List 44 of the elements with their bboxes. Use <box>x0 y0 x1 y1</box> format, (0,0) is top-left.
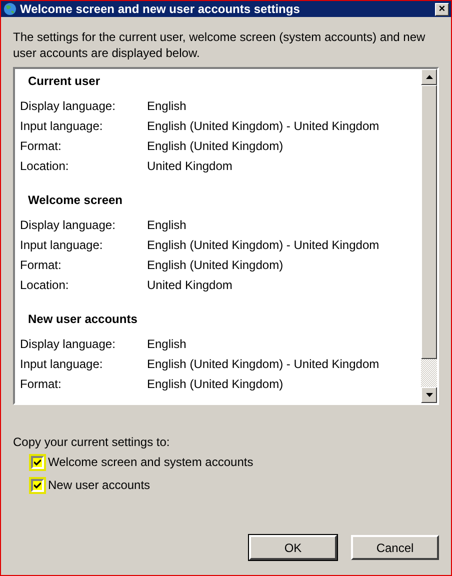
checkbox-label: New user accounts <box>48 477 150 494</box>
scrollbar[interactable] <box>421 69 437 403</box>
section-heading: New user accounts <box>27 311 138 328</box>
checkbox[interactable] <box>31 478 44 492</box>
check-icon <box>34 458 41 466</box>
checkbox[interactable] <box>31 456 44 468</box>
setting-value: English <box>147 336 186 353</box>
setting-value: United Kingdom <box>147 158 232 175</box>
setting-label: Location: <box>20 277 70 294</box>
setting-label: Format: <box>20 138 62 155</box>
scroll-thumb[interactable] <box>421 85 437 359</box>
close-button[interactable]: × <box>435 2 449 16</box>
setting-label: Input language: <box>20 118 104 135</box>
setting-value: United Kingdom <box>147 277 232 294</box>
setting-label: Input language: <box>20 237 104 254</box>
setting-value: English <box>147 217 186 234</box>
setting-value: English (United Kingdom) <box>147 257 284 274</box>
setting-label: Format: <box>20 376 62 393</box>
setting-value: English <box>147 98 186 115</box>
setting-label: Display language: <box>20 98 116 115</box>
window-title: Welcome screen and new user accounts settings <box>20 1 300 18</box>
setting-label: Location: <box>20 158 70 175</box>
description-text: The settings for the current user, welcome screen (system accounts) and new user accounts are displayed below. <box>13 29 426 61</box>
setting-label: Input language: <box>20 356 104 373</box>
setting-value: English (United Kingdom) <box>147 376 284 393</box>
setting-label: Display language: <box>20 217 116 234</box>
setting-label: Display language: <box>20 336 116 353</box>
scroll-up-button[interactable] <box>421 69 437 85</box>
setting-value: English (United Kingdom) - United Kingdom <box>147 237 380 254</box>
copy-label: Copy your current settings to: <box>13 434 171 449</box>
setting-label: Format: <box>20 257 62 274</box>
section-heading: Welcome screen <box>27 192 124 209</box>
up-arrow-icon <box>426 75 432 79</box>
section-heading: Current user <box>27 73 102 90</box>
setting-value: English (United Kingdom) - United Kingdom <box>147 118 380 135</box>
check-icon <box>34 482 41 488</box>
scroll-down-button[interactable] <box>421 387 437 403</box>
checkbox-label: Welcome screen and system accounts <box>48 454 254 471</box>
dialog-button[interactable]: OK <box>249 535 337 560</box>
setting-value: English (United Kingdom) - United Kingdom <box>147 356 380 373</box>
down-arrow-icon <box>426 393 432 397</box>
dialog-button[interactable]: Cancel <box>351 535 439 560</box>
setting-value: English (United Kingdom) <box>147 138 284 155</box>
globe-icon <box>2 2 18 16</box>
